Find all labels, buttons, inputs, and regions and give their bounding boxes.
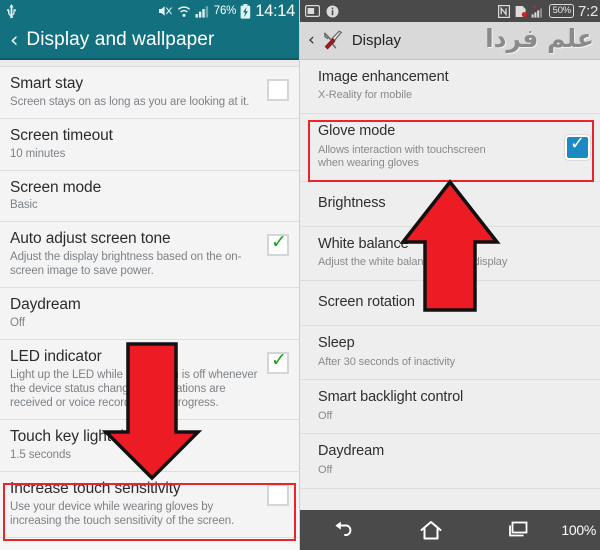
list-item-title: Daydream — [10, 296, 81, 314]
list-item-title: Touch key light duration — [10, 428, 171, 446]
left-phone-screen: 76% 14:14 ‹ Display and wallpaper Smart — [0, 0, 300, 550]
list-item[interactable]: White balance Adjust the white balance o… — [300, 227, 600, 282]
list-item-subtitle: X-Reality for mobile — [318, 89, 412, 102]
signal-icon — [195, 5, 210, 18]
list-item-subtitle: Adjust the display brightness based on t… — [10, 251, 242, 278]
list-item-title: Screen timeout — [10, 126, 113, 144]
nav-home-icon[interactable] — [387, 520, 474, 541]
signal-icon — [531, 5, 545, 18]
nav-battery-label: 100% — [561, 522, 596, 538]
right-nav-bar: 100% — [300, 510, 600, 550]
list-item[interactable]: Daydream Off — [300, 434, 600, 489]
right-app-bar: ‹ Display علم فردا — [300, 22, 600, 60]
page-title: Display — [351, 32, 401, 49]
back-chevron-icon[interactable]: ‹ — [10, 29, 18, 51]
right-settings-list: Image enhancement X-Reality for mobile G… — [300, 60, 600, 489]
list-item[interactable]: Smart backlight control Off — [300, 380, 600, 435]
nav-recents-icon[interactable] — [474, 521, 561, 540]
list-item-title: Screen rotation — [318, 293, 415, 310]
list-item[interactable]: Smart stay Screen stays on as long as yo… — [0, 67, 299, 119]
list-item[interactable]: Sleep After 30 seconds of inactivity — [300, 326, 600, 381]
usb-icon — [6, 4, 17, 18]
list-item-subtitle: Adjust the white balance of your display — [318, 256, 508, 269]
status-clock: 7:2 — [578, 2, 598, 20]
nav-back-icon[interactable] — [300, 520, 387, 540]
list-item-subtitle: Allows interaction with touchscreen when… — [318, 143, 486, 170]
list-item-title: Daydream — [318, 443, 385, 460]
list-item-subtitle: Off — [318, 409, 333, 422]
list-item[interactable]: LED indicator Light up the LED while the… — [0, 340, 299, 421]
list-item[interactable]: Auto adjust screen tone Adjust the displ… — [0, 222, 299, 289]
list-item-subtitle: 1.5 seconds — [10, 448, 71, 461]
right-status-bar: 50% 7:2 — [300, 0, 600, 22]
battery-percent-label: 76% — [213, 5, 237, 17]
list-item-title: Sleep — [318, 335, 355, 352]
right-phone-screen: 50% 7:2 ‹ Display علم فردا Image enhance… — [300, 0, 600, 550]
list-item-title: LED indicator — [10, 348, 102, 366]
wrench-screwdriver-icon — [322, 30, 345, 51]
checkbox-smart-stay[interactable] — [267, 79, 289, 101]
list-item[interactable]: Touch key light duration 1.5 seconds — [0, 420, 299, 472]
list-item-subtitle: Light up the LED while the screen is off… — [10, 368, 258, 409]
list-item[interactable]: Screen mode Basic — [0, 170, 299, 223]
list-item[interactable]: Screen timeout 10 minutes — [0, 118, 299, 171]
list-item[interactable]: Increase touch sensitivity Use your devi… — [0, 471, 299, 538]
checkmark-icon: ✓ — [271, 349, 287, 372]
list-item[interactable]: Glove mode Allows interaction with touch… — [300, 114, 600, 183]
list-item[interactable]: Daydream Off — [0, 288, 299, 341]
list-item-title: Smart stay — [10, 75, 84, 92]
sync-error-icon — [514, 5, 527, 18]
list-item-subtitle: Off — [10, 317, 25, 330]
list-item-title: White balance — [318, 236, 409, 253]
checkbox-auto-adjust-screen-tone[interactable]: ✓ — [267, 231, 289, 257]
list-item-title: Auto adjust screen tone — [10, 230, 171, 248]
status-clock: 14:14 — [255, 1, 295, 20]
battery-charging-icon — [240, 3, 251, 19]
list-item[interactable]: Image enhancement X-Reality for mobile — [300, 60, 600, 115]
checkmark-icon: ✓ — [271, 231, 287, 254]
left-settings-list: Smart stay Screen stays on as long as yo… — [0, 67, 299, 538]
list-item[interactable]: Brightness — [300, 182, 600, 228]
back-chevron-icon[interactable]: ‹ — [308, 32, 315, 49]
list-item-title: Smart backlight control — [318, 389, 464, 406]
list-item-title: Image enhancement — [318, 69, 449, 85]
list-item-subtitle: After 30 seconds of inactivity — [318, 355, 456, 368]
list-item-title: Brightness — [318, 194, 386, 211]
watermark-text: علم فردا — [485, 24, 594, 53]
checkbox-increase-touch-sensitivity[interactable] — [267, 483, 289, 506]
dual-screenshot-comparison: 76% 14:14 ‹ Display and wallpaper Smart — [0, 0, 600, 550]
page-title: Display and wallpaper — [26, 29, 215, 50]
left-status-bar: 76% 14:14 — [0, 0, 299, 22]
list-item-subtitle: Basic — [10, 199, 38, 212]
info-icon — [326, 5, 339, 18]
checkbox-glove-mode[interactable]: ✓ — [567, 132, 588, 158]
left-app-bar: ‹ Display and wallpaper — [0, 22, 299, 60]
list-item-title: Glove mode — [318, 123, 396, 140]
list-top-spacer — [0, 60, 299, 67]
list-item[interactable]: Screen rotation — [300, 281, 600, 327]
checkbox-led-indicator[interactable]: ✓ — [267, 349, 289, 375]
list-item-subtitle: Off — [318, 463, 333, 476]
nfc-icon — [497, 4, 510, 18]
list-item-subtitle: 10 minutes — [10, 147, 66, 160]
list-item-title: Increase touch sensitivity — [10, 479, 181, 497]
list-item-subtitle: Use your device while wearing gloves by … — [10, 500, 235, 527]
sim-card-icon — [305, 5, 320, 17]
wifi-icon — [177, 5, 191, 18]
checkmark-icon: ✓ — [570, 132, 586, 154]
battery-percent-label: 50% — [548, 4, 575, 18]
list-item-title: Screen mode — [10, 178, 102, 196]
list-item-subtitle: Screen stays on as long as you are looki… — [10, 95, 250, 108]
mute-icon — [158, 4, 173, 18]
